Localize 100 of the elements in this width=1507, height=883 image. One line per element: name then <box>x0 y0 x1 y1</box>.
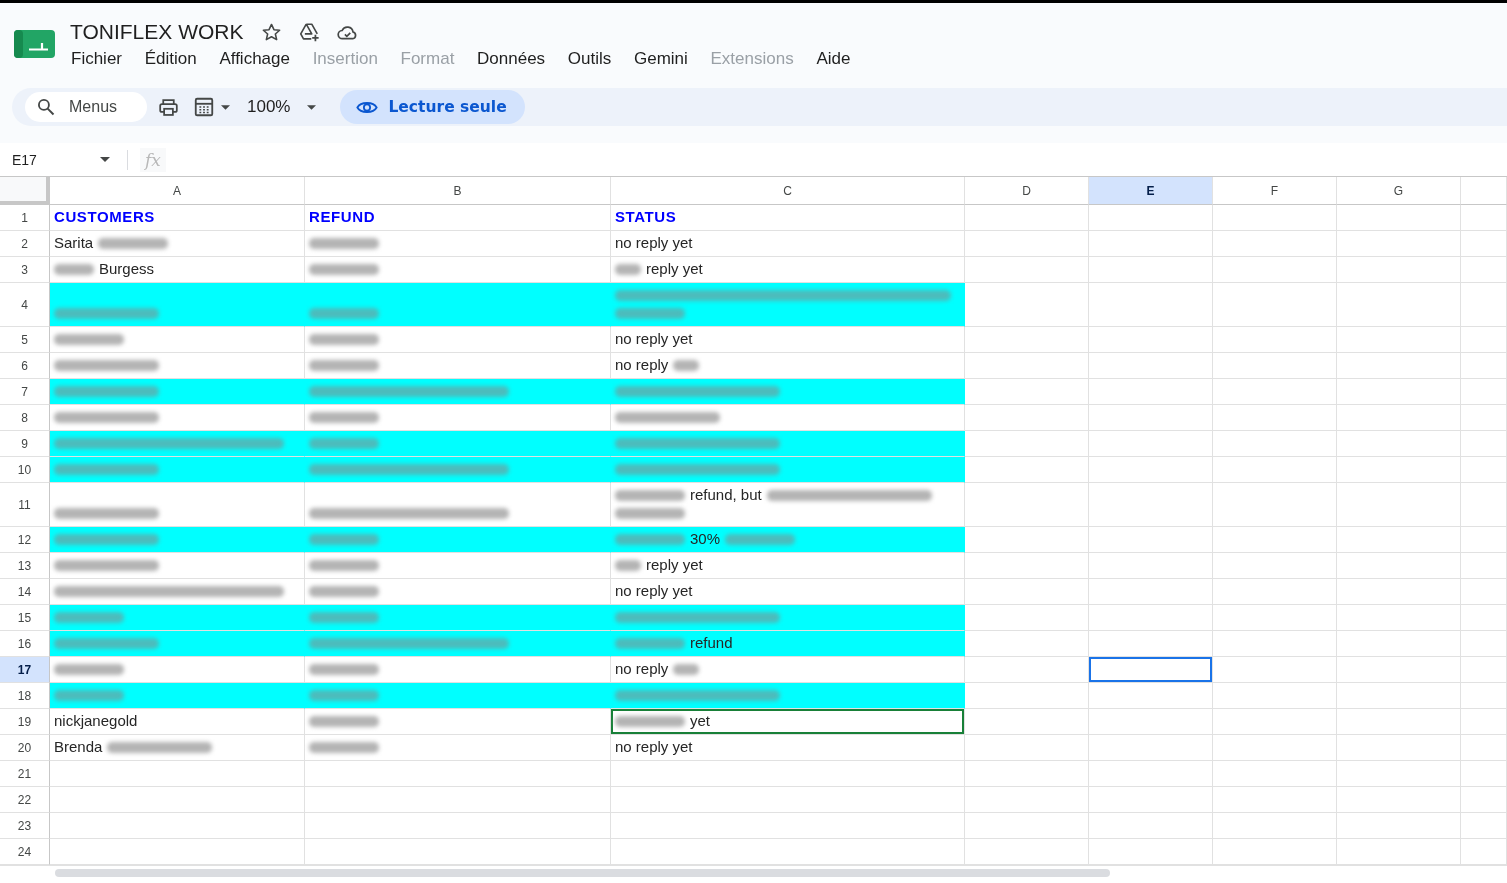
row-number[interactable]: 2 <box>0 231 50 257</box>
caret-icon <box>307 104 317 110</box>
cell-text: no reply yet <box>615 738 693 756</box>
table-cell <box>1461 787 1507 813</box>
cell-text: Sarita <box>54 234 94 252</box>
zoom-dropdown[interactable]: 100% <box>247 97 317 117</box>
row-number[interactable]: 16 <box>0 631 50 657</box>
blurred-text <box>309 586 379 597</box>
row-number[interactable]: 10 <box>0 457 50 483</box>
cell-text: 30% <box>690 530 721 548</box>
row-number[interactable]: 22 <box>0 787 50 813</box>
cell-text: yet <box>690 712 710 730</box>
blurred-text <box>673 360 700 371</box>
star-icon[interactable] <box>261 21 283 43</box>
row-number[interactable]: 8 <box>0 405 50 431</box>
table-cell <box>1461 457 1507 483</box>
menu-item[interactable]: Outils <box>560 48 619 70</box>
row-number[interactable]: 12 <box>0 527 50 553</box>
row-number[interactable]: 24 <box>0 839 50 865</box>
blurred-text <box>54 612 124 623</box>
blurred-text <box>615 308 685 319</box>
table-cell <box>1461 257 1507 283</box>
blurred-text <box>309 334 379 345</box>
table-cell <box>1461 405 1507 431</box>
blurred-text <box>615 534 685 545</box>
menu-item[interactable]: Fichier <box>64 48 129 70</box>
row-number[interactable]: 4 <box>0 283 50 327</box>
column-title: REFUND <box>309 208 376 226</box>
blurred-text <box>615 264 641 275</box>
cell-text: nickjanegold <box>54 712 138 730</box>
row-number[interactable]: 18 <box>0 683 50 709</box>
column-header[interactable]: C <box>611 177 965 205</box>
table-cell <box>1461 327 1507 353</box>
cell-text: Brenda <box>54 738 103 756</box>
column-header[interactable]: A <box>50 177 305 205</box>
cell-text: refund, but <box>690 486 762 504</box>
table-cell <box>1461 683 1507 709</box>
table-cell <box>1461 431 1507 457</box>
cell-text: no reply yet <box>615 582 693 600</box>
blurred-text <box>615 716 685 727</box>
calculator-icon[interactable] <box>193 96 215 118</box>
blurred-text <box>615 508 685 519</box>
spreadsheet-logo-icon[interactable] <box>14 30 55 58</box>
blurred-text <box>615 560 641 571</box>
menu-item[interactable]: Aide <box>809 48 858 70</box>
blurred-text <box>309 534 379 545</box>
document-title[interactable]: TONIFLEX WORK <box>70 20 244 44</box>
table-cell <box>1461 553 1507 579</box>
scrollbar[interactable] <box>55 869 1110 877</box>
row-number[interactable]: 14 <box>0 579 50 605</box>
column-header[interactable]: E <box>1089 177 1213 205</box>
row-number[interactable]: 15 <box>0 605 50 631</box>
row-number[interactable]: 23 <box>0 813 50 839</box>
table-cell <box>1461 579 1507 605</box>
table-cell <box>1461 709 1507 735</box>
menu-item[interactable]: Affichage <box>212 48 297 70</box>
cell-text: no reply yet <box>615 234 693 252</box>
table-cell <box>1461 605 1507 631</box>
caret-icon[interactable] <box>100 157 110 162</box>
row-number[interactable]: 20 <box>0 735 50 761</box>
row-number[interactable]: 9 <box>0 431 50 457</box>
row-number[interactable]: 5 <box>0 327 50 353</box>
row-number[interactable]: 7 <box>0 379 50 405</box>
blurred-text <box>54 264 94 275</box>
read-only-chip[interactable]: Lecture seule <box>340 90 525 124</box>
cell-text: reply yet <box>646 556 703 574</box>
caret-icon[interactable] <box>221 104 230 110</box>
print-icon[interactable] <box>158 96 179 118</box>
cell-text: refund <box>690 634 733 652</box>
table-cell <box>1461 205 1507 231</box>
menu-item[interactable]: Édition <box>137 48 204 70</box>
row-number[interactable]: 1 <box>0 205 50 231</box>
search-field[interactable]: Menus <box>25 92 147 122</box>
blurred-text <box>309 612 379 623</box>
table-cell <box>1461 735 1507 761</box>
selected-cell[interactable] <box>1089 657 1213 683</box>
table-cell <box>1461 631 1507 657</box>
column-header[interactable]: F <box>1213 177 1337 205</box>
menu-item[interactable]: Gemini <box>626 48 695 70</box>
menu-item[interactable]: Données <box>470 48 553 70</box>
cell-text: no reply <box>615 356 669 374</box>
blurred-text <box>309 716 379 727</box>
column-header[interactable]: G <box>1337 177 1461 205</box>
blurred-text <box>725 534 796 545</box>
column-header[interactable]: B <box>305 177 611 205</box>
blurred-text <box>309 742 379 753</box>
table-cell <box>1461 761 1507 787</box>
search-icon <box>36 97 56 117</box>
table-cell <box>1461 283 1507 327</box>
row-number[interactable]: 11 <box>0 483 50 527</box>
row-number[interactable]: 6 <box>0 353 50 379</box>
cell-text: reply yet <box>646 260 703 278</box>
row-number[interactable]: 17 <box>0 657 50 683</box>
column-header[interactable]: D <box>965 177 1089 205</box>
row-number[interactable]: 19 <box>0 709 50 735</box>
triangle-plus-icon[interactable] <box>298 21 321 43</box>
row-number[interactable]: 3 <box>0 257 50 283</box>
name-box[interactable]: E17 <box>12 151 100 168</box>
blurred-text <box>54 664 124 675</box>
row-number[interactable]: 13 <box>0 553 50 579</box>
